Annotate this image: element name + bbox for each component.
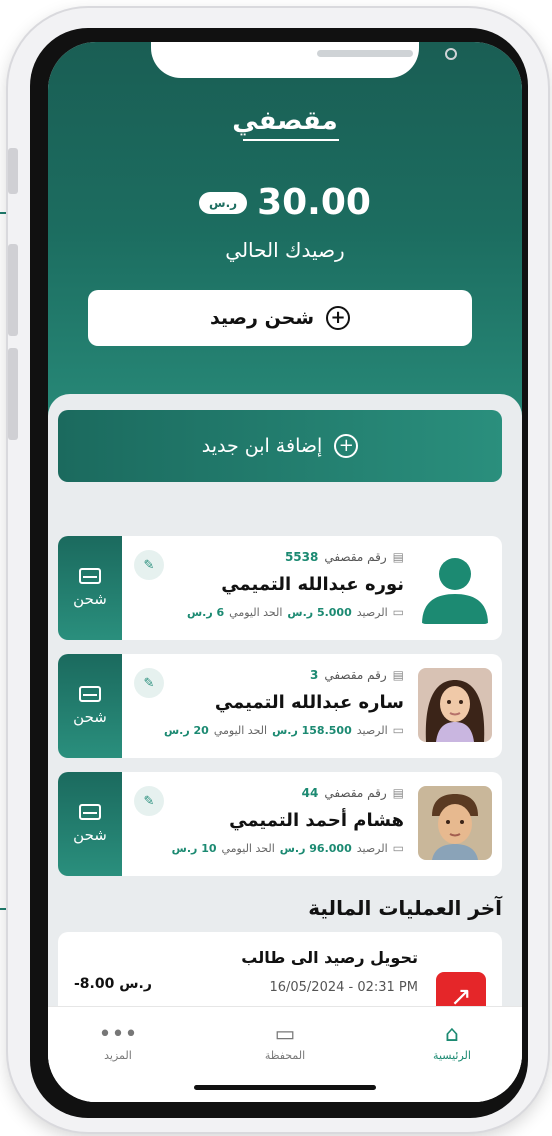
add-child-button[interactable]: + إضافة ابن جديد: [58, 410, 502, 482]
child-number: 5538: [284, 550, 319, 564]
child-name: نوره عبدالله التميمي: [221, 574, 404, 595]
nav-wallet-label: المحفظة: [264, 1049, 306, 1062]
topup-button-label: شحن رصيد: [209, 307, 315, 329]
child-limit: 20 ر.س: [164, 723, 209, 737]
charge-button[interactable]: شحن: [58, 772, 122, 876]
child-info: ▤ رقم مقصفي 5538 نوره عبدالله التميمي ▭ …: [134, 550, 404, 619]
child-balance: 5.000 ر.س: [287, 605, 352, 619]
phone-side-button: [8, 148, 18, 194]
section-title: آخر العمليات المالية: [308, 896, 502, 920]
nav-more[interactable]: ••• المزيد: [68, 1021, 168, 1062]
store-icon: ▤: [392, 550, 404, 564]
child-limit: 6 ر.س: [186, 605, 225, 619]
title-underline: [243, 139, 339, 141]
number-label: رقم مقصفي: [324, 786, 387, 800]
transaction-date: 16/05/2024 - 02:31 PM: [269, 980, 418, 995]
plus-circle-icon: +: [334, 434, 359, 458]
phone-side-button: [8, 348, 18, 440]
card-icon: [79, 686, 101, 702]
nav-wallet[interactable]: ▭ المحفظة: [235, 1021, 335, 1062]
speaker-grill: [317, 50, 413, 57]
main-content: + إضافة ابن جديد شحن ✎ ▤ رقم مقصفي 5538 …: [48, 394, 522, 1102]
more-dots-icon: •••: [98, 1022, 138, 1047]
charge-button[interactable]: شحن: [58, 536, 122, 640]
page-title: مقصفي: [232, 106, 338, 136]
wallet-small-icon: ▭: [392, 841, 404, 855]
balance-label: الرصيد: [356, 841, 388, 855]
child-number: 3: [309, 668, 319, 682]
plus-circle-icon: +: [326, 306, 351, 330]
avatar-placeholder-icon: [418, 550, 492, 624]
bottom-nav: ••• المزيد ▭ المحفظة ⌂ الرئيسية: [48, 1006, 522, 1102]
balance-amount: 30.00: [257, 182, 371, 223]
topup-button[interactable]: + شحن رصيد: [88, 290, 472, 346]
child-name: هشام أحمد التميمي: [229, 810, 404, 831]
balance-row: ر.س 30.00: [48, 182, 522, 223]
wallet-small-icon: ▭: [392, 723, 404, 737]
device-notch: [151, 42, 457, 78]
child-balance: 158.500 ر.س: [272, 723, 352, 737]
wallet-icon: ▭: [274, 1022, 296, 1047]
child-card[interactable]: شحن ✎ ▤ رقم مقصفي 44 هشام أحمد التميمي ▭…: [58, 772, 502, 876]
charge-label: شحن: [73, 826, 107, 844]
child-info: ▤ رقم مقصفي 3 ساره عبدالله التميمي ▭ الر…: [134, 668, 404, 737]
child-photo: [418, 668, 492, 742]
number-label: رقم مقصفي: [324, 550, 387, 564]
limit-label: الحد اليومي: [229, 605, 283, 619]
child-limit: 10 ر.س: [171, 841, 217, 855]
card-icon: [79, 568, 101, 584]
nav-more-label: المزيد: [104, 1049, 132, 1062]
store-icon: ▤: [392, 786, 404, 800]
nav-home-label: الرئيسية: [433, 1049, 471, 1062]
child-card[interactable]: شحن ✎ ▤ رقم مقصفي 5538 نوره عبدالله التم…: [58, 536, 502, 640]
home-icon: ⌂: [445, 1022, 459, 1047]
transaction-title: تحويل رصيد الى طالب: [241, 948, 418, 967]
child-photo: [418, 786, 492, 860]
child-balance: 96.000 ر.س: [279, 841, 352, 855]
add-child-label: إضافة ابن جديد: [201, 435, 323, 457]
currency-badge: ر.س: [199, 191, 248, 214]
balance-label: الرصيد: [356, 723, 388, 737]
nav-home[interactable]: ⌂ الرئيسية: [402, 1021, 502, 1062]
phone-side-button: [8, 244, 18, 336]
app-screen: مقصفي ر.س 30.00 رصيدك الحالي + شحن رصيد …: [48, 42, 522, 1102]
transaction-amount: -8.00 ر.س: [74, 976, 152, 992]
limit-label: الحد اليومي: [213, 723, 268, 737]
charge-label: شحن: [73, 590, 107, 608]
home-indicator: [194, 1085, 376, 1090]
balance-label: رصيدك الحالي: [225, 238, 345, 262]
charge-button[interactable]: شحن: [58, 654, 122, 758]
charge-label: شحن: [73, 708, 107, 726]
child-card[interactable]: شحن ✎ ▤ رقم مقصفي 3 ساره عبدالله التميمي…: [58, 654, 502, 758]
limit-label: الحد اليومي: [221, 841, 275, 855]
child-name: ساره عبدالله التميمي: [214, 692, 404, 713]
child-info: ▤ رقم مقصفي 44 هشام أحمد التميمي ▭ الرصي…: [134, 786, 404, 855]
number-label: رقم مقصفي: [324, 668, 387, 682]
store-icon: ▤: [392, 668, 404, 682]
card-icon: [79, 804, 101, 820]
child-number: 44: [301, 786, 319, 800]
front-camera: [445, 48, 457, 60]
balance-label: الرصيد: [356, 605, 388, 619]
wallet-small-icon: ▭: [392, 605, 404, 619]
